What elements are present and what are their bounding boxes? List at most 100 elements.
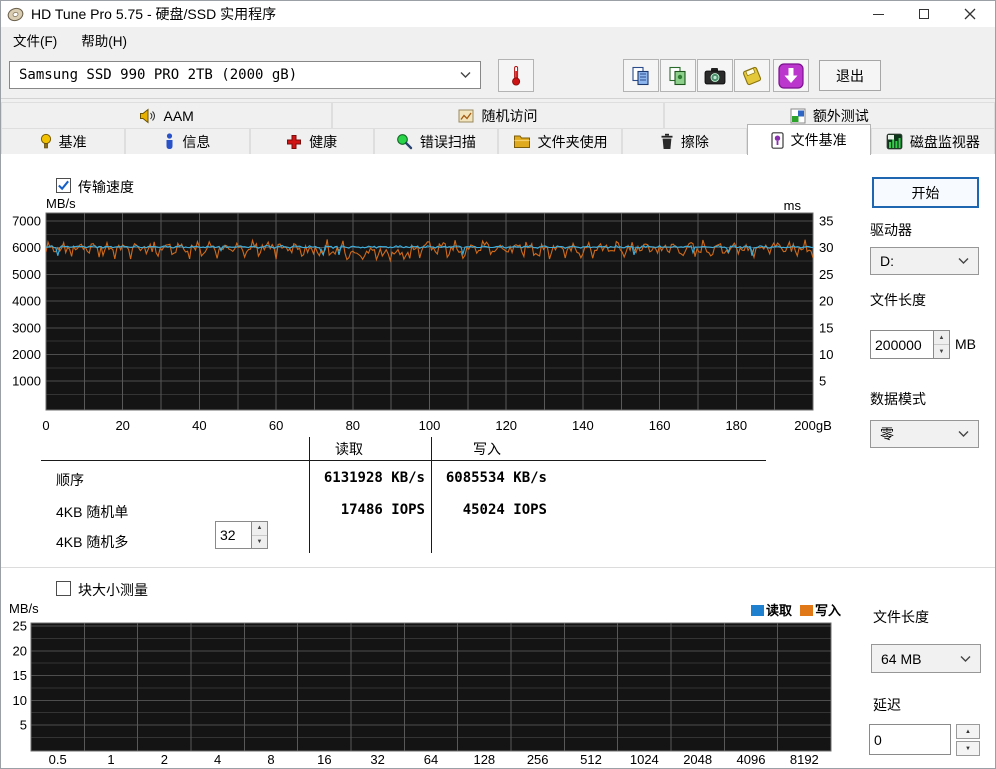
exit-button[interactable]: 退出 <box>819 60 881 91</box>
section-divider <box>1 567 995 568</box>
axis-tick-label: 2048 <box>683 752 712 767</box>
tab-label: 错误扫描 <box>419 133 476 150</box>
tab-folder-usage[interactable]: 文件夹使用 <box>498 128 623 154</box>
axis-tick-label: 4 <box>214 752 221 767</box>
axis-tick-label: 0 <box>42 418 49 433</box>
close-button[interactable] <box>947 1 993 27</box>
data-mode-value: 零 <box>880 426 894 442</box>
minimize-button[interactable] <box>855 1 901 27</box>
drive-select[interactable]: D: <box>870 247 979 275</box>
spin-down-icon[interactable]: ▼ <box>252 535 267 548</box>
menubar: 文件(F) 帮助(H) <box>1 27 995 53</box>
axis-tick-label: 4000 <box>12 294 41 309</box>
block-size-chart: 25 20 15 10 5 0.5 1 2 4 8 16 32 64 128 256 512 1024 2048 4… <box>9 601 832 767</box>
axis-tick-label: 1000 <box>12 374 41 389</box>
axis-tick-label: 4096 <box>737 752 766 767</box>
axis-tick-label: 15 <box>13 668 27 683</box>
chevron-down-icon <box>958 258 969 264</box>
queue-depth-spin-buttons[interactable]: ▲ ▼ <box>252 521 268 549</box>
tab-benchmark[interactable]: 基准 <box>1 128 126 154</box>
axis-tick-label: 256 <box>527 752 549 767</box>
copy-pages-green-icon <box>669 66 686 85</box>
random-access-icon <box>458 109 474 122</box>
axis-tick-label: 1024 <box>630 752 659 767</box>
tab-label: 健康 <box>309 133 338 150</box>
maximize-button[interactable] <box>901 1 947 27</box>
tab-label: 信息 <box>182 133 211 150</box>
copy-image-button[interactable] <box>660 59 696 92</box>
axis-tick-label: 35 <box>819 214 833 229</box>
tab-error-scan[interactable]: 错误扫描 <box>373 128 498 154</box>
transfer-speed-chart: 7000600050004000300020001000353025201510… <box>12 197 833 433</box>
row-label-4k-random-multi: 4KB 随机多 <box>56 534 129 550</box>
axis-tick-label: 30 <box>819 240 833 255</box>
transfer-speed-checkbox[interactable] <box>56 178 71 193</box>
axis-tick-label: 140 <box>572 418 594 433</box>
file-length-label: 文件长度 <box>870 292 926 308</box>
file-length2-select[interactable]: 64 MB <box>871 644 981 673</box>
tab-health[interactable]: 健康 <box>249 128 374 154</box>
file-length-value[interactable]: 200000 <box>870 330 934 359</box>
axis-tick-label: 7000 <box>12 214 41 229</box>
read-column-header: 读取 <box>335 441 363 457</box>
spin-down-icon[interactable]: ▼ <box>934 345 949 358</box>
file-length-spin-buttons[interactable]: ▲ ▼ <box>934 330 950 359</box>
close-icon <box>964 8 976 20</box>
device-select[interactable]: Samsung SSD 990 PRO 2TB (2000 gB) <box>9 61 481 89</box>
device-select-value: Samsung SSD 990 PRO 2TB (2000 gB) <box>19 67 298 83</box>
tab-aam[interactable]: AAM <box>1 102 333 128</box>
drive-label: 驱动器 <box>870 222 912 238</box>
latency-spin-down[interactable]: ▼ <box>956 741 980 756</box>
copy-text-button[interactable] <box>623 59 659 92</box>
axis-tick-label: 8 <box>267 752 274 767</box>
screenshot-button[interactable] <box>697 59 733 92</box>
queue-depth-value[interactable]: 32 <box>215 521 252 549</box>
save-results-button[interactable] <box>734 59 770 92</box>
data-mode-select[interactable]: 零 <box>870 420 979 448</box>
table-rule-vertical <box>431 437 432 553</box>
tab-random-access[interactable]: 随机访问 <box>332 102 664 128</box>
sequential-read-value: 6131928 KB/s <box>323 470 425 486</box>
block-size-checkbox[interactable] <box>56 581 71 596</box>
tab-label: 额外测试 <box>812 107 869 124</box>
axis-tick-label: 16 <box>317 752 331 767</box>
axis-tick-label: 20 <box>819 294 833 309</box>
spin-up-icon[interactable]: ▲ <box>252 522 267 536</box>
tab-label: 磁盘监视器 <box>909 133 980 150</box>
file-length-spinner[interactable]: 200000 ▲ ▼ <box>870 330 950 359</box>
menu-file[interactable]: 文件(F) <box>1 27 69 53</box>
axis-tick-label: 80 <box>346 418 360 433</box>
latency-input[interactable]: 0 <box>869 724 951 755</box>
queue-depth-spinner[interactable]: 32 ▲ ▼ <box>215 521 268 549</box>
tab-label: 随机访问 <box>481 107 538 124</box>
axis-tick-label: 200gB <box>794 418 832 433</box>
table-rule-vertical <box>309 437 310 553</box>
latency-label: 延迟 <box>873 697 901 713</box>
temperature-button[interactable] <box>498 59 534 92</box>
tabrow-bottom: 基准 信息 健康 错误扫描 文件夹使用 擦除 文件基准 磁盘监视器 <box>1 124 995 155</box>
axis-tick-label: 25 <box>13 619 27 634</box>
write-column-header: 写入 <box>473 441 501 457</box>
file-benchmark-icon <box>771 131 784 149</box>
menu-help[interactable]: 帮助(H) <box>69 27 139 53</box>
titlebar: HD Tune Pro 5.75 - 硬盘/SSD 实用程序 <box>1 1 995 28</box>
tab-info[interactable]: 信息 <box>125 128 250 154</box>
tab-label: 基准 <box>58 133 87 150</box>
latency-spin-up[interactable]: ▲ <box>956 724 980 739</box>
tab-disk-monitor[interactable]: 磁盘监视器 <box>870 128 995 154</box>
tab-label: 文件夹使用 <box>537 133 608 150</box>
folder-icon <box>513 135 530 148</box>
start-button[interactable]: 开始 <box>872 177 979 208</box>
axis-tick-label: 5000 <box>12 267 41 282</box>
tab-erase[interactable]: 擦除 <box>622 128 747 154</box>
file-length2-value: 64 MB <box>881 650 922 667</box>
chevron-down-icon <box>960 655 971 662</box>
axis-tick-label: 10 <box>13 693 27 708</box>
check-icon <box>58 180 69 191</box>
axis-tick-label: 25 <box>819 267 833 282</box>
disk-monitor-icon <box>886 133 903 150</box>
axis-tick-label: 6000 <box>12 240 41 255</box>
capture-button[interactable] <box>773 59 809 92</box>
tab-file-benchmark[interactable]: 文件基准 <box>746 124 871 155</box>
spin-up-icon[interactable]: ▲ <box>934 331 949 345</box>
